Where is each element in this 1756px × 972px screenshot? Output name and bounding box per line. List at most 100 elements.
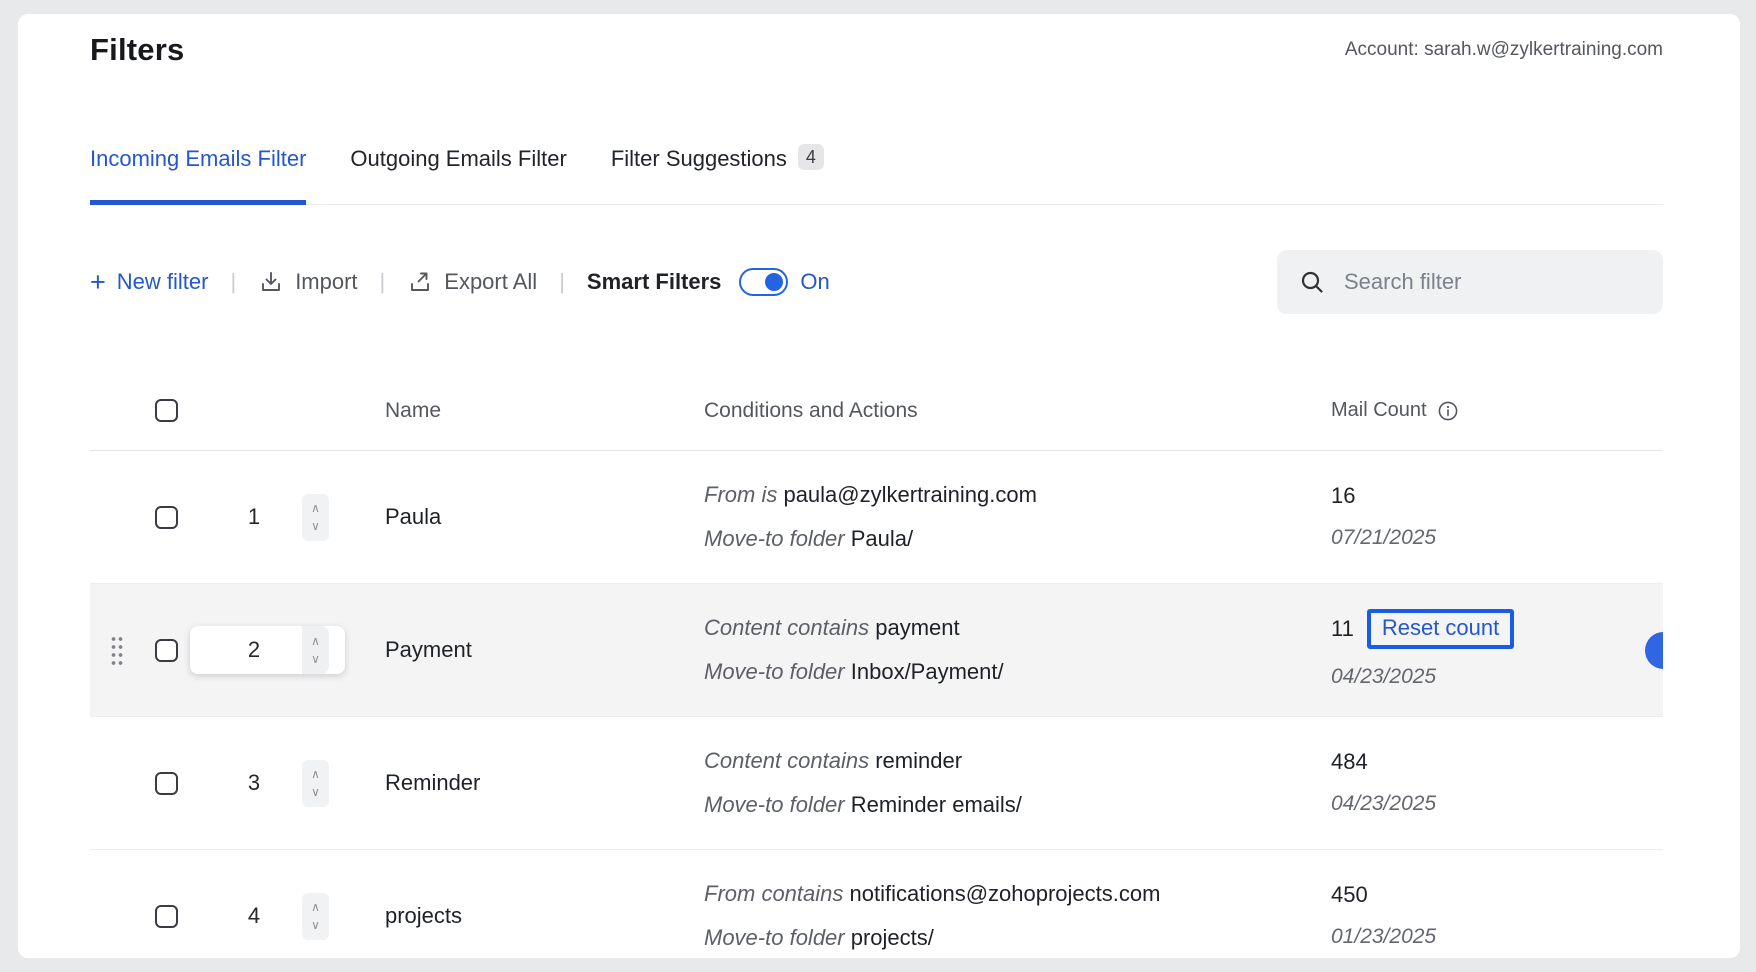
tab-label: Filter Suggestions: [611, 146, 787, 172]
filter-name: Paula: [345, 504, 704, 530]
smart-filters-state: On: [800, 269, 829, 295]
mail-count-cell: 16 07/21/2025: [1259, 482, 1663, 552]
search-filter-box: [1277, 250, 1663, 314]
table-header: Name Conditions and Actions Mail Count: [90, 371, 1663, 451]
filter-row[interactable]: 3 ∧ ∨ Reminder Content contains reminder…: [90, 717, 1663, 850]
count-date: 04/23/2025: [1331, 790, 1663, 818]
count-date: 01/23/2025: [1331, 923, 1663, 951]
smart-filters-label: Smart Filters: [587, 269, 722, 295]
order-number-input[interactable]: 1: [206, 504, 302, 530]
action-value: Inbox/Payment/: [851, 659, 1004, 684]
count-date: 04/23/2025: [1331, 663, 1663, 691]
action-label: Move-to folder: [704, 659, 845, 684]
tab-filter-suggestions[interactable]: Filter Suggestions 4: [611, 146, 824, 204]
filter-row[interactable]: 1 ∧ ∨ Paula From is paula@zylkertraining…: [90, 451, 1663, 584]
conditions-and-actions: From contains notifications@zohoprojects…: [704, 880, 1259, 952]
conditions-and-actions: Content contains payment Move-to folder …: [704, 614, 1259, 686]
condition-value: reminder: [875, 748, 962, 773]
tab-bar: Incoming Emails Filter Outgoing Emails F…: [90, 146, 1663, 205]
import-button[interactable]: Import: [258, 269, 357, 295]
action-label: Move-to folder: [704, 925, 845, 950]
topbar: Filters Account: sarah.w@zylkertraining.…: [90, 30, 1663, 70]
condition-label: From is: [704, 482, 777, 507]
reset-count-button[interactable]: Reset count: [1367, 609, 1514, 649]
account-info: Account: sarah.w@zylkertraining.com: [1345, 30, 1663, 70]
chevron-up-icon[interactable]: ∧: [311, 503, 320, 513]
chevron-down-icon[interactable]: ∨: [311, 787, 320, 797]
mail-count-cell: 484 04/23/2025: [1259, 748, 1663, 818]
chevron-up-icon[interactable]: ∧: [311, 902, 320, 912]
drag-handle-icon[interactable]: [110, 635, 123, 665]
account-email: sarah.w@zylkertraining.com: [1424, 39, 1663, 60]
order-control: 4 ∧ ∨: [190, 893, 345, 940]
chevron-down-icon[interactable]: ∨: [311, 920, 320, 930]
tab-incoming-emails-filter[interactable]: Incoming Emails Filter: [90, 146, 306, 205]
mail-count-cell: 11 Reset count 04/23/2025: [1259, 609, 1663, 691]
action-value: projects/: [851, 925, 934, 950]
count-date: 07/21/2025: [1331, 524, 1663, 552]
order-spinner: ∧ ∨: [302, 494, 329, 541]
row-checkbox[interactable]: [155, 639, 178, 662]
condition-value: notifications@zohoprojects.com: [850, 881, 1161, 906]
action-value: Reminder emails/: [851, 792, 1022, 817]
row-checkbox[interactable]: [155, 905, 178, 928]
order-number-input[interactable]: 3: [206, 770, 302, 796]
mail-count-value: 450: [1331, 881, 1368, 909]
header-mail-count: Mail Count: [1259, 399, 1663, 422]
order-number-input[interactable]: 2: [206, 626, 302, 674]
filter-name: Payment: [345, 637, 704, 663]
export-icon: [407, 269, 433, 295]
toolbar-divider: |: [380, 269, 386, 295]
account-label: Account:: [1345, 39, 1419, 60]
action-value: Paula/: [851, 526, 913, 551]
condition-value: payment: [875, 615, 959, 640]
import-label: Import: [295, 269, 357, 295]
filter-row[interactable]: 2 ∧ ∨ Payment Content contains payment M…: [90, 584, 1663, 717]
chevron-up-icon[interactable]: ∧: [311, 769, 320, 779]
order-control: 3 ∧ ∨: [190, 760, 345, 807]
filters-toolbar: + New filter | Import | Export: [90, 249, 1663, 315]
import-icon: [258, 269, 284, 295]
filter-suggestions-count-badge: 4: [798, 144, 824, 170]
filters-settings-card: Filters Account: sarah.w@zylkertraining.…: [18, 14, 1740, 958]
export-all-label: Export All: [444, 269, 537, 295]
filter-name: projects: [345, 903, 704, 929]
filter-name: Reminder: [345, 770, 704, 796]
toolbar-divider: |: [559, 269, 565, 295]
new-filter-label: New filter: [117, 269, 209, 295]
row-checkbox[interactable]: [155, 506, 178, 529]
condition-label: Content contains: [704, 748, 869, 773]
smart-filters-toggle[interactable]: [739, 268, 788, 296]
condition-value: paula@zylkertraining.com: [783, 482, 1036, 507]
export-all-button[interactable]: Export All: [407, 269, 537, 295]
search-filter-input[interactable]: [1344, 269, 1641, 295]
toolbar-divider: |: [230, 269, 236, 295]
new-filter-button[interactable]: + New filter: [90, 269, 208, 295]
action-label: Move-to folder: [704, 792, 845, 817]
tab-outgoing-emails-filter[interactable]: Outgoing Emails Filter: [350, 146, 566, 204]
order-control: 2 ∧ ∨: [190, 626, 345, 674]
mail-count-value: 11: [1331, 615, 1354, 643]
header-conditions: Conditions and Actions: [704, 399, 1259, 423]
condition-label: From contains: [704, 881, 843, 906]
order-spinner: ∧ ∨: [302, 626, 329, 674]
header-name: Name: [345, 399, 704, 423]
info-icon[interactable]: [1437, 400, 1459, 422]
mail-count-label: Mail Count: [1331, 399, 1427, 422]
filter-row[interactable]: 4 ∧ ∨ projects From contains notificatio…: [90, 850, 1663, 958]
chevron-down-icon[interactable]: ∨: [311, 521, 320, 531]
chevron-down-icon[interactable]: ∨: [311, 654, 320, 664]
mail-count-value: 484: [1331, 748, 1368, 776]
condition-label: Content contains: [704, 615, 869, 640]
page-title: Filters: [90, 30, 184, 70]
conditions-and-actions: From is paula@zylkertraining.com Move-to…: [704, 481, 1259, 553]
order-number-input[interactable]: 4: [206, 903, 302, 929]
mail-count-value: 16: [1331, 482, 1355, 510]
chevron-up-icon[interactable]: ∧: [311, 636, 320, 646]
row-checkbox[interactable]: [155, 772, 178, 795]
filter-rows: 1 ∧ ∨ Paula From is paula@zylkertraining…: [90, 451, 1663, 958]
tab-label: Incoming Emails Filter: [90, 146, 306, 172]
order-spinner: ∧ ∨: [302, 893, 329, 940]
order-spinner: ∧ ∨: [302, 760, 329, 807]
select-all-checkbox[interactable]: [155, 399, 178, 422]
